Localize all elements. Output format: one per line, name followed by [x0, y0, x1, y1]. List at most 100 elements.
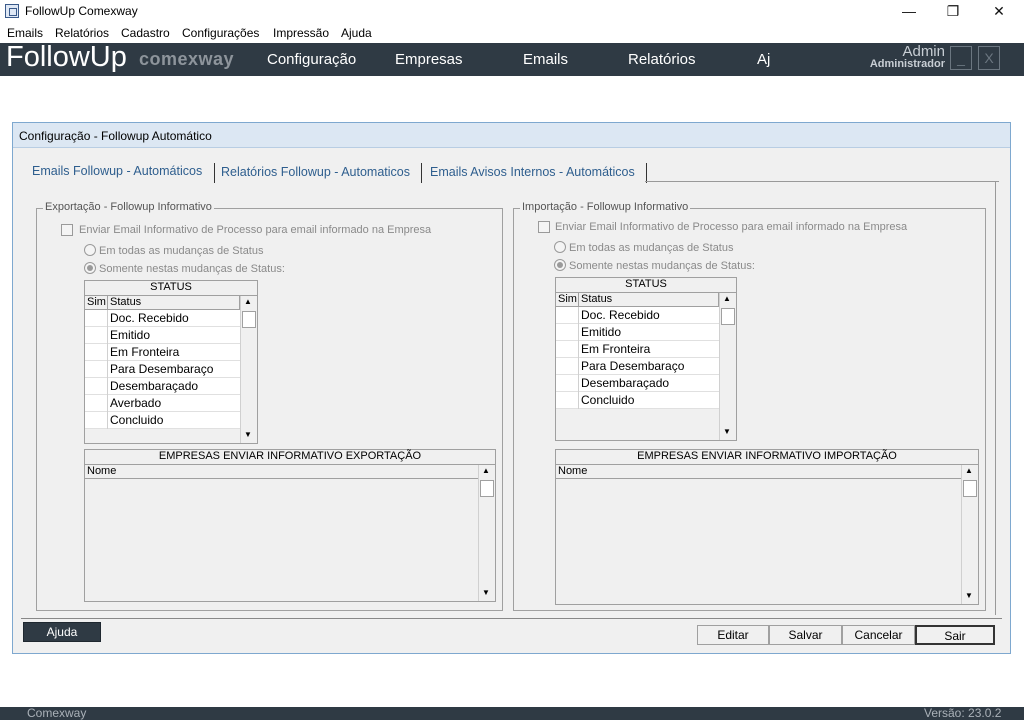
table-row[interactable]: Desembaraçado: [556, 375, 719, 392]
status-cell: Averbado: [110, 396, 162, 410]
menu-configuracoes[interactable]: Configurações: [182, 26, 259, 40]
table-row[interactable]: Doc. Recebido: [85, 310, 240, 327]
table-row[interactable]: Para Desembaraço: [85, 361, 240, 378]
menu-ajuda[interactable]: Ajuda: [341, 26, 372, 40]
col-status: Status: [108, 296, 240, 310]
col-nome: Nome: [556, 465, 961, 479]
sim-cell[interactable]: [85, 344, 108, 361]
nav-emails[interactable]: Emails: [523, 51, 568, 68]
save-button[interactable]: Salvar: [769, 625, 842, 645]
scroll-thumb[interactable]: [480, 480, 494, 497]
table-row[interactable]: Desembaraçado: [85, 378, 240, 395]
menu-cadastro[interactable]: Cadastro: [121, 26, 170, 40]
scroll-down-icon[interactable]: ▼: [244, 430, 252, 439]
maximize-button[interactable]: ❐: [930, 0, 976, 23]
sim-cell[interactable]: [85, 378, 108, 395]
scroll-up-icon[interactable]: ▲: [244, 297, 252, 306]
export-group-label: Exportação - Followup Informativo: [43, 201, 214, 213]
companies-grid-title: EMPRESAS ENVIAR INFORMATIVO EXPORTAÇÃO: [85, 450, 495, 465]
status-version: Versão: 23.0.2: [924, 706, 1002, 720]
table-row[interactable]: Averbado: [85, 395, 240, 412]
tab-emails-followup[interactable]: Emails Followup - Automáticos: [32, 164, 202, 178]
scroll-down-icon[interactable]: ▼: [482, 588, 490, 597]
status-cell: Para Desembaraço: [110, 362, 214, 376]
companies-grid-title: EMPRESAS ENVIAR INFORMATIVO IMPORTAÇÃO: [556, 450, 978, 465]
status-cell: Para Desembaraço: [581, 359, 685, 373]
dialog-title-bar: Configuração - Followup Automático: [13, 123, 1010, 148]
table-row[interactable]: Emitido: [556, 324, 719, 341]
sim-cell[interactable]: [556, 358, 579, 375]
sim-cell[interactable]: [85, 412, 108, 429]
export-send-checkbox[interactable]: [61, 224, 73, 236]
scroll-thumb[interactable]: [242, 311, 256, 328]
nav-configuracao[interactable]: Configuração: [267, 51, 356, 68]
companies-scrollbar[interactable]: ▲ ▼: [961, 465, 977, 604]
status-cell: Doc. Recebido: [581, 308, 660, 322]
menu-emails[interactable]: Emails: [7, 26, 43, 40]
status-scrollbar[interactable]: ▲ ▼: [240, 296, 256, 443]
col-status: Status: [579, 293, 719, 307]
companies-scrollbar[interactable]: ▲ ▼: [478, 465, 494, 601]
close-button[interactable]: ✕: [976, 0, 1022, 23]
export-radio-all[interactable]: [84, 244, 96, 256]
tab-emails-avisos[interactable]: Emails Avisos Internos - Automáticos: [430, 165, 635, 179]
table-row[interactable]: Doc. Recebido: [556, 307, 719, 324]
table-row[interactable]: Concluido: [85, 412, 240, 429]
table-row[interactable]: Em Fronteira: [556, 341, 719, 358]
scroll-thumb[interactable]: [721, 308, 735, 325]
table-row[interactable]: Emitido: [85, 327, 240, 344]
tab-relatorios-followup[interactable]: Relatórios Followup - Automaticos: [221, 165, 410, 179]
nav-relatorios[interactable]: Relatórios: [628, 51, 696, 68]
col-sim: Sim: [85, 296, 108, 310]
status-scrollbar[interactable]: ▲ ▼: [719, 293, 735, 440]
status-cell: Desembaraçado: [110, 379, 199, 393]
import-radio-all-label: Em todas as mudanças de Status: [569, 242, 734, 254]
sim-cell[interactable]: [556, 341, 579, 358]
brand-logo: FollowUp: [6, 41, 127, 73]
status-cell: Concluido: [581, 393, 635, 407]
nav-ajuda[interactable]: Aj: [757, 51, 770, 68]
sim-cell[interactable]: [85, 361, 108, 378]
status-cell: Desembaraçado: [581, 376, 670, 390]
nav-empresas[interactable]: Empresas: [395, 51, 463, 68]
scroll-up-icon[interactable]: ▲: [482, 466, 490, 475]
import-group: Importação - Followup Informativo Enviar…: [513, 201, 986, 611]
import-status-grid: STATUS Sim Status Doc. Recebido Emitido …: [555, 277, 737, 441]
scroll-down-icon[interactable]: ▼: [723, 427, 731, 436]
scroll-down-icon[interactable]: ▼: [965, 591, 973, 600]
exit-button[interactable]: Sair: [915, 625, 995, 645]
edit-button[interactable]: Editar: [697, 625, 769, 645]
nav-bar: FollowUp comexway Configuração Empresas …: [0, 41, 1024, 76]
import-radio-some[interactable]: [554, 259, 566, 271]
sim-cell[interactable]: [556, 324, 579, 341]
export-radio-some[interactable]: [84, 262, 96, 274]
scroll-thumb[interactable]: [963, 480, 977, 497]
status-bar: Comexway Versão: 23.0.2: [0, 706, 1024, 720]
table-row[interactable]: Para Desembaraço: [556, 358, 719, 375]
sim-cell[interactable]: [556, 307, 579, 324]
title-bar: FollowUp Comexway — ❐ ✕: [0, 0, 1024, 23]
sim-cell[interactable]: [556, 375, 579, 392]
table-row[interactable]: Em Fronteira: [85, 344, 240, 361]
nav-close-button[interactable]: X: [978, 46, 1000, 70]
tab-panel-border: [995, 181, 996, 615]
menu-relatorios[interactable]: Relatórios: [55, 26, 109, 40]
nav-minimize-button[interactable]: _: [950, 46, 972, 70]
sim-cell[interactable]: [556, 392, 579, 409]
menu-impressao[interactable]: Impressão: [273, 26, 329, 40]
tab-separator: [214, 163, 215, 183]
scroll-up-icon[interactable]: ▲: [965, 466, 973, 475]
cancel-button[interactable]: Cancelar: [842, 625, 915, 645]
status-cell: Em Fronteira: [581, 342, 651, 356]
import-send-checkbox[interactable]: [538, 221, 550, 233]
export-radio-all-label: Em todas as mudanças de Status: [99, 245, 264, 257]
sim-cell[interactable]: [85, 327, 108, 344]
footer-divider: [21, 618, 1002, 619]
sim-cell[interactable]: [85, 310, 108, 327]
table-row[interactable]: Concluido: [556, 392, 719, 409]
sim-cell[interactable]: [85, 395, 108, 412]
import-radio-all[interactable]: [554, 241, 566, 253]
help-button[interactable]: Ajuda: [23, 622, 101, 642]
minimize-button[interactable]: —: [886, 0, 932, 23]
scroll-up-icon[interactable]: ▲: [723, 294, 731, 303]
